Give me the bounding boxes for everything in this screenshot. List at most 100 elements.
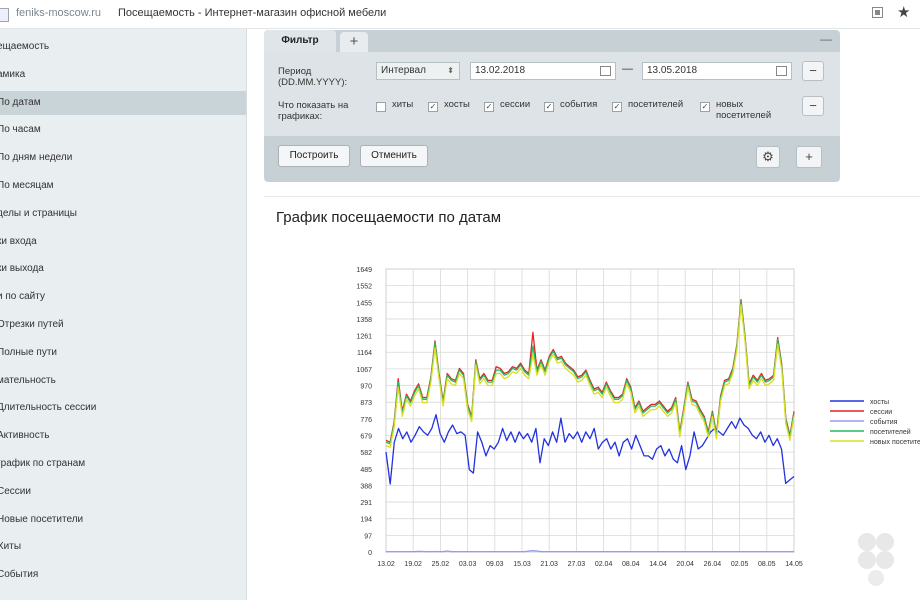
x-tick-label: 13.02 [377, 561, 395, 568]
add-filter-button[interactable]: + [796, 146, 822, 168]
plot-area [385, 268, 795, 553]
checkbox[interactable]: ✓ [428, 102, 438, 112]
sidebar-item[interactable]: Сессии [0, 480, 246, 504]
y-tick-label: 0 [368, 550, 372, 557]
sidebar-item-label: Хиты [0, 541, 22, 553]
filter-body: Период (DD.MM.YYYY): Интервал ⬍ 13.02.20… [264, 52, 840, 136]
y-tick-label: 776 [360, 417, 372, 424]
favicon-icon [0, 8, 9, 22]
watermark-logo [845, 528, 915, 593]
sidebar-item[interactable]: По часам [0, 118, 246, 142]
period-label: Период [278, 66, 312, 77]
show-label-2: графиках: [278, 111, 323, 122]
sidebar-item-label: ки выхода [0, 263, 44, 275]
build-button[interactable]: Построить [278, 145, 350, 167]
sidebar-item-label: Новые посетители [0, 513, 84, 525]
x-tick-label: 02.05 [731, 561, 749, 568]
checkbox-label: события [560, 99, 598, 110]
settings-gear-icon[interactable]: ⚙ [756, 146, 780, 168]
remove-period-button[interactable]: − [802, 61, 824, 81]
sidebar-item-label: Длительность сессии [0, 402, 97, 414]
sidebar-item-label: ещаемость [0, 41, 50, 52]
sidebar-item[interactable]: По датам [0, 90, 246, 115]
show-label: Что показать на [278, 100, 349, 111]
x-tick-label: 03.03 [459, 561, 477, 568]
sidebar-item-label: амика [0, 68, 26, 80]
x-tick-label: 20.04 [676, 561, 694, 568]
y-tick-label: 194 [360, 517, 372, 524]
y-tick-label: 1358 [356, 317, 372, 324]
remove-show-button[interactable]: − [802, 96, 824, 116]
chart-panel: График посещаемости по датам 0 97 194 291 38… [264, 196, 920, 601]
checkbox[interactable]: ✓ [700, 102, 710, 112]
checkbox[interactable]: ✓ [544, 102, 554, 112]
cancel-button[interactable]: Отменить [360, 145, 428, 167]
sidebar-item-label: Полные пути [0, 346, 57, 358]
sidebar-item-label: график по странам [0, 458, 86, 469]
tab-filter[interactable]: Фильтр [264, 30, 336, 52]
sidebar-item[interactable]: По дням недели [0, 146, 246, 170]
sidebar-item[interactable]: По месяцам [0, 174, 246, 198]
sidebar-item[interactable]: ещаемость [0, 35, 246, 59]
legend-label: события [870, 418, 898, 426]
sidebar-item-label: и по сайту [0, 291, 45, 303]
sidebar-item[interactable]: Полные пути [0, 341, 246, 365]
y-tick-label: 1552 [356, 284, 372, 291]
sidebar-item[interactable]: Длительность сессии [0, 396, 246, 420]
checkbox-label: хосты [444, 99, 470, 110]
sidebar-item-label: Сессии [0, 485, 31, 497]
sidebar-item[interactable]: мательность [0, 369, 246, 393]
checkbox-label: новых посетителей [716, 99, 772, 121]
x-tick-label: 14.05 [785, 561, 803, 568]
add-tab-button[interactable]: + [340, 32, 368, 52]
sidebar-item[interactable]: делы и страницы [0, 202, 246, 226]
collapse-icon[interactable]: — [820, 32, 832, 46]
legend-label: новых посетителей [870, 438, 920, 446]
y-tick-label: 388 [360, 483, 372, 490]
date-to-value: 13.05.2018 [647, 65, 698, 76]
sidebar-item[interactable]: События [0, 563, 246, 587]
sidebar-item[interactable]: амика [0, 63, 246, 87]
x-tick-label: 27.03 [568, 561, 586, 568]
x-tick-label: 15.03 [513, 561, 531, 568]
sidebar-item[interactable]: Хиты [0, 535, 246, 559]
date-to-input[interactable]: 13.05.2018 [642, 62, 792, 80]
sidebar-item[interactable]: и по сайту [0, 285, 246, 309]
sidebar-item[interactable]: график по странам [0, 452, 246, 476]
y-tick-label: 1455 [356, 300, 372, 307]
x-tick-label: 21.03 [540, 561, 558, 568]
x-tick-label: 25.02 [432, 561, 450, 568]
date-from-value: 13.02.2018 [475, 65, 526, 76]
sidebar-item-label: По дням недели [0, 152, 73, 164]
legend-label: хосты [870, 399, 889, 406]
checkbox[interactable]: ✓ [612, 102, 622, 112]
sidebar-item-label: делы и страницы [0, 207, 77, 219]
sidebar-item[interactable]: ки входа [0, 230, 246, 254]
calendar-icon[interactable] [600, 66, 611, 76]
legend-label: посетителей [870, 428, 911, 436]
y-tick-label: 1649 [356, 267, 372, 274]
window-restore-icon[interactable] [872, 7, 883, 18]
x-tick-label: 14.04 [649, 561, 667, 568]
interval-select-value: Интервал [381, 65, 426, 76]
sidebar-item[interactable]: Отрезки путей [0, 313, 246, 337]
bookmark-star-icon[interactable]: ★ [897, 3, 910, 21]
calendar-icon[interactable] [776, 66, 787, 76]
interval-select[interactable]: Интервал ⬍ [376, 62, 460, 80]
traffic-line-chart: 0 97 194 291 388 485 582 679 776 873 970 1067 1164 12… [356, 267, 920, 568]
y-tick-label: 97 [364, 533, 372, 540]
date-from-input[interactable]: 13.02.2018 [470, 62, 616, 80]
y-tick-label: 873 [360, 400, 372, 407]
checkbox[interactable]: ✓ [484, 102, 494, 112]
y-tick-label: 485 [360, 467, 372, 474]
x-tick-label: 02.04 [595, 561, 613, 568]
checkbox[interactable] [376, 102, 386, 112]
sidebar-item[interactable]: ки выхода [0, 257, 246, 281]
browser-title-bar: feniks-moscow.ru Посещаемость - Интернет… [0, 0, 920, 29]
sidebar-item-label: По месяцам [0, 180, 54, 191]
checkbox-label: посетителей [628, 99, 684, 110]
sidebar-item[interactable]: Новые посетители [0, 508, 246, 532]
y-tick-label: 1164 [357, 350, 372, 357]
sidebar-item[interactable]: Активность [0, 424, 246, 448]
checkbox-label: сессии [500, 99, 531, 110]
